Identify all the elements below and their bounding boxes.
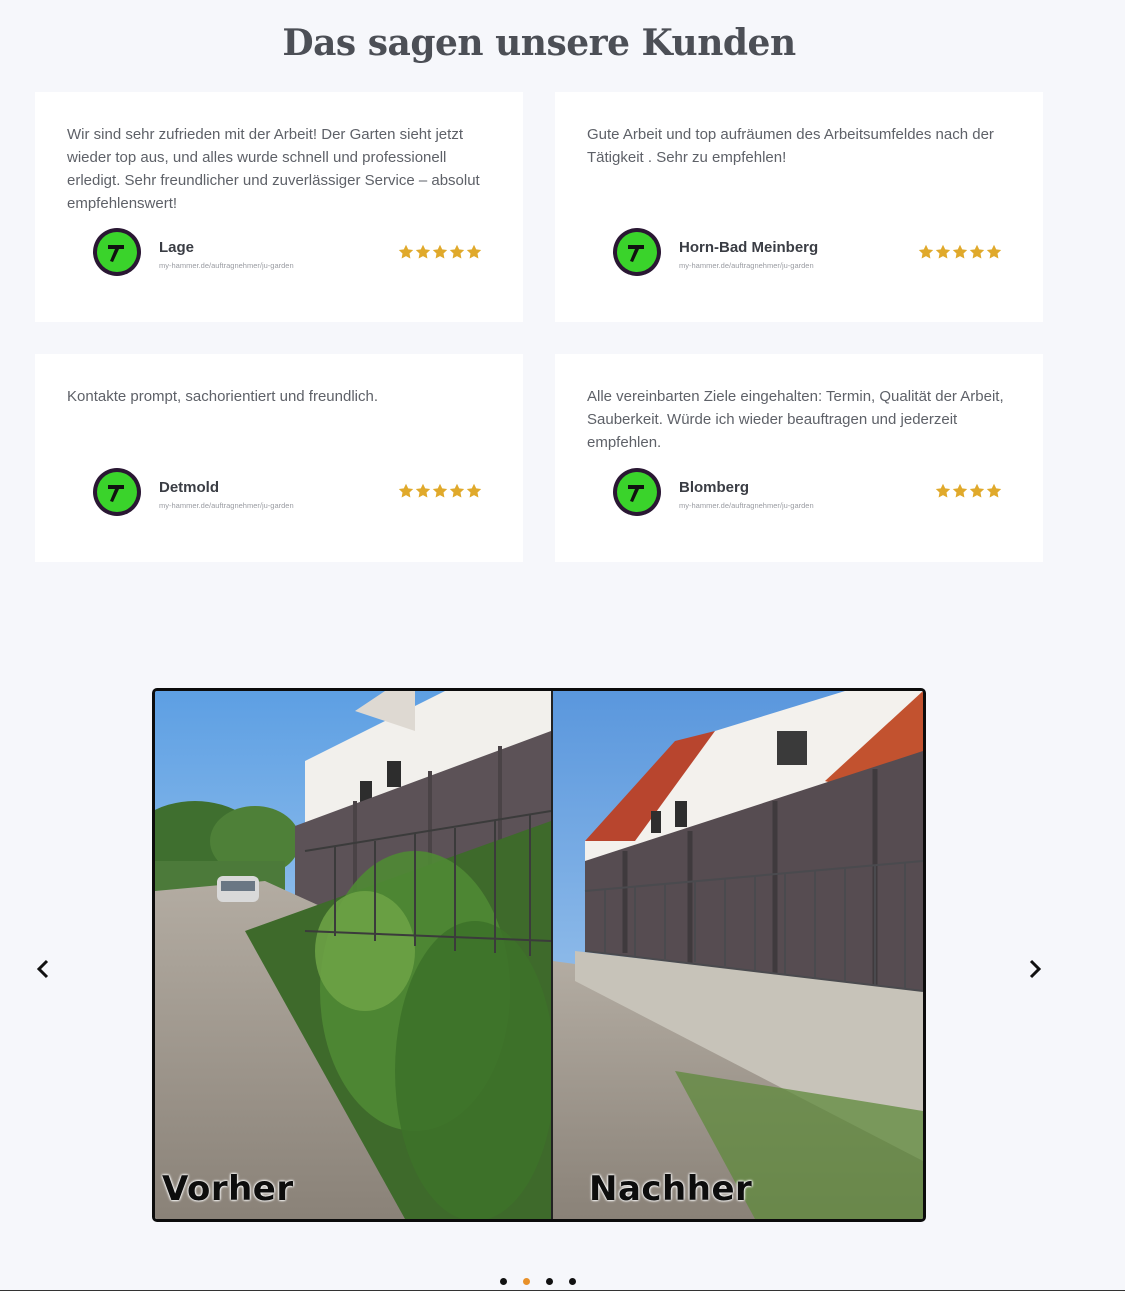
- star-icon: [432, 483, 448, 498]
- star-icon: [466, 244, 482, 259]
- star-icon: [935, 483, 951, 498]
- review-card: Wir sind sehr zufrieden mit der Arbeit! …: [35, 92, 523, 322]
- slider-dot[interactable]: [523, 1278, 530, 1285]
- star-icon: [449, 483, 465, 498]
- slider-dot[interactable]: [569, 1278, 576, 1285]
- reviewer-location: Horn-Bad Meinberg: [679, 239, 819, 256]
- avatar: [613, 468, 661, 516]
- avatar: [613, 228, 661, 276]
- slider-dot[interactable]: [500, 1278, 507, 1285]
- slider-dot[interactable]: [546, 1278, 553, 1285]
- star-icon: [918, 244, 934, 259]
- avatar: [93, 468, 141, 516]
- star-icon: [952, 244, 968, 259]
- review-text: Gute Arbeit und top aufräumen des Arbeit…: [587, 126, 994, 166]
- review-source: my-hammer.de/auftragnehmer/ju-garden: [679, 501, 814, 510]
- slider-next-button[interactable]: [1023, 956, 1047, 982]
- star-rating: [398, 483, 482, 499]
- hammer-icon: [628, 245, 644, 262]
- star-icon: [432, 244, 448, 259]
- section-title: Das sagen unsere Kunden: [282, 22, 796, 64]
- star-icon: [449, 244, 465, 259]
- star-rating: [918, 244, 1002, 260]
- star-icon: [398, 244, 414, 259]
- review-card: Kontakte prompt, sachorientiert und freu…: [35, 354, 523, 562]
- slider-pagination: [500, 1278, 576, 1285]
- star-icon: [986, 244, 1002, 259]
- before-after-image: Vorher Nachher: [152, 688, 926, 1222]
- star-icon: [969, 483, 985, 498]
- star-rating: [935, 483, 1002, 499]
- slider-prev-button[interactable]: [31, 956, 55, 982]
- star-icon: [415, 483, 431, 498]
- star-rating: [398, 244, 482, 260]
- chevron-left-icon: [36, 959, 49, 979]
- review-text: Kontakte prompt, sachorientiert und freu…: [67, 388, 379, 405]
- star-icon: [415, 244, 431, 259]
- review-text: Wir sind sehr zufrieden mit der Arbeit! …: [67, 126, 480, 212]
- chevron-right-icon: [1029, 959, 1042, 979]
- review-text: Alle vereinbarten Ziele eingehalten: Ter…: [587, 388, 1004, 451]
- reviewer-location: Blomberg: [679, 479, 750, 496]
- reviewer-location: Detmold: [159, 479, 219, 496]
- star-icon: [466, 483, 482, 498]
- hammer-icon: [108, 485, 124, 502]
- hammer-icon: [108, 245, 124, 262]
- after-label: Nachher: [589, 1169, 753, 1209]
- review-source: my-hammer.de/auftragnehmer/ju-garden: [679, 261, 814, 270]
- star-icon: [952, 483, 968, 498]
- hammer-icon: [628, 485, 644, 502]
- avatar: [93, 228, 141, 276]
- review-source: my-hammer.de/auftragnehmer/ju-garden: [159, 261, 294, 270]
- star-icon: [398, 483, 414, 498]
- garden-fence-photo: [155, 691, 923, 1219]
- star-icon: [935, 244, 951, 259]
- star-icon: [986, 483, 1002, 498]
- reviewer-location: Lage: [159, 239, 195, 256]
- review-source: my-hammer.de/auftragnehmer/ju-garden: [159, 501, 294, 510]
- review-card: Gute Arbeit und top aufräumen des Arbeit…: [555, 92, 1043, 322]
- review-card: Alle vereinbarten Ziele eingehalten: Ter…: [555, 354, 1043, 562]
- before-label: Vorher: [162, 1169, 294, 1209]
- star-icon: [969, 244, 985, 259]
